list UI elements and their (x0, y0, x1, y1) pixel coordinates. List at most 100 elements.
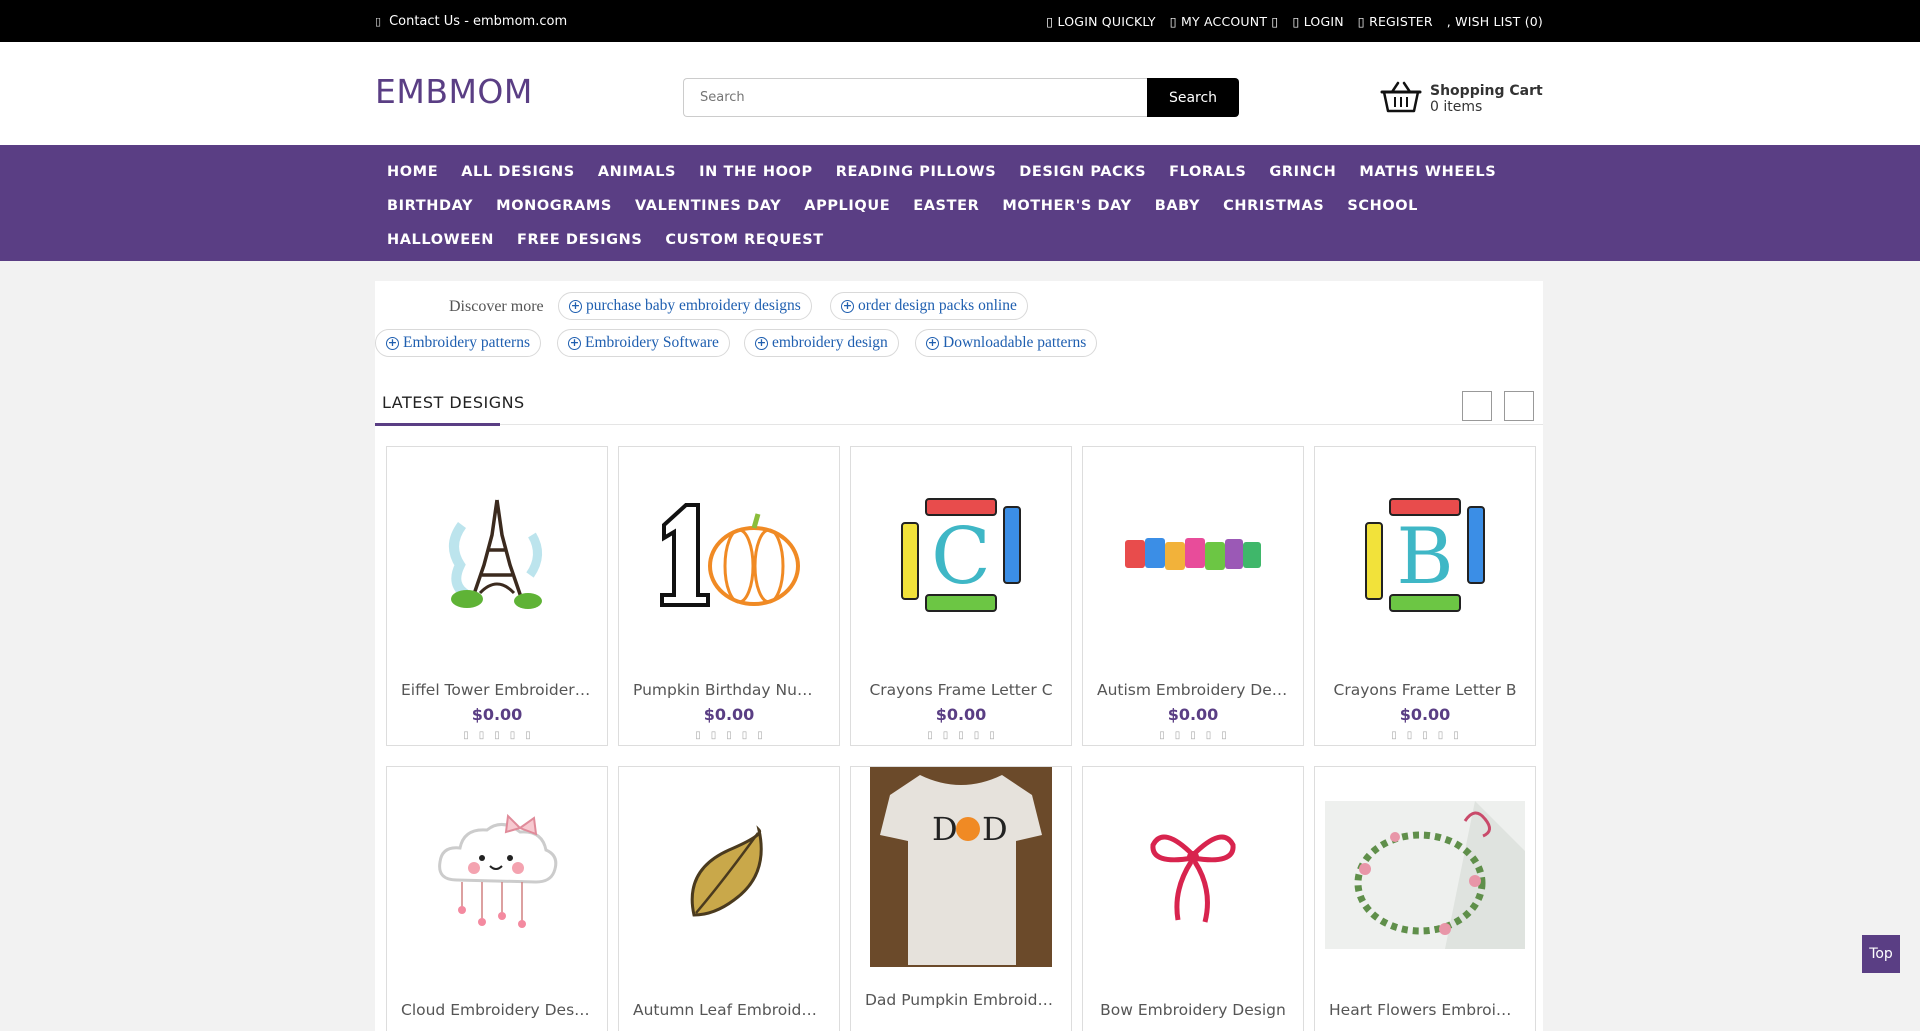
floral-wreath-icon (1325, 801, 1525, 953)
carousel-prev-button[interactable] (1462, 391, 1492, 421)
chip-embroidery-patterns[interactable]: + Embroidery patterns (375, 329, 541, 357)
plus-circle-icon: + (755, 335, 768, 350)
product-image[interactable] (397, 777, 597, 977)
cart-title: Shopping Cart (1430, 83, 1543, 99)
rating-stars-icon: ▯▯▯▯▯ (463, 730, 541, 741)
product-image[interactable]: D D (870, 767, 1052, 967)
product-title[interactable]: Crayons Frame Letter C (851, 681, 1071, 699)
cloud-icon (432, 810, 562, 944)
product-image[interactable] (1093, 777, 1293, 977)
svg-text:D: D (982, 810, 1008, 848)
cart-count: 0 items (1430, 99, 1483, 115)
chip-downloadable-patterns[interactable]: + Downloadable patterns (915, 329, 1098, 357)
product-card[interactable]: Heart Flowers Embroidery (1314, 766, 1536, 1031)
nav-grinch[interactable]: GRINCH (1269, 155, 1336, 189)
login-quickly-link[interactable]: ▯ LOGIN QUICKLY (1046, 14, 1155, 29)
carousel-next-button[interactable] (1504, 391, 1534, 421)
product-card[interactable]: Bow Embroidery Design (1082, 766, 1304, 1031)
product-price: $0.00 (935, 705, 987, 724)
nav-florals[interactable]: FLORALS (1169, 155, 1246, 189)
product-card[interactable]: Cloud Embroidery Design (386, 766, 608, 1031)
svg-text:B: B (1396, 512, 1453, 602)
product-title[interactable]: Pumpkin Birthday Number 1 (619, 681, 839, 699)
crayon-frame-c-icon: C (896, 495, 1026, 619)
svg-text:C: C (931, 512, 991, 602)
product-image[interactable]: C (861, 457, 1061, 657)
nav-easter[interactable]: EASTER (913, 189, 979, 223)
nav-baby[interactable]: BABY (1155, 189, 1200, 223)
product-card[interactable]: Pumpkin Birthday Number 1 $0.00 ▯▯▯▯▯ (618, 446, 840, 746)
nav-animals[interactable]: ANIMALS (598, 155, 676, 189)
product-price: $0.00 (703, 705, 755, 724)
nav-reading-pillows[interactable]: READING PILLOWS (836, 155, 997, 189)
nav-birthday[interactable]: BIRTHDAY (387, 189, 473, 223)
login-link[interactable]: ▯ LOGIN (1292, 14, 1343, 29)
product-card[interactable]: Eiffel Tower Embroidery Design $0.00 ▯▯▯… (386, 446, 608, 746)
site-logo[interactable]: EMBMOM (375, 72, 533, 111)
search-input[interactable] (683, 78, 1147, 117)
nav-valentines-day[interactable]: VALENTINES DAY (635, 189, 781, 223)
chip-embroidery-design[interactable]: + embroidery design (744, 329, 899, 357)
eiffel-tower-icon (442, 495, 552, 619)
plus-circle-icon: + (386, 335, 399, 350)
nav-monograms[interactable]: MONOGRAMS (496, 189, 612, 223)
nav-christmas[interactable]: CHRISTMAS (1223, 189, 1324, 223)
product-title[interactable]: Cloud Embroidery Design (387, 1001, 607, 1019)
nav-school[interactable]: SCHOOL (1347, 189, 1418, 223)
nav-in-the-hoop[interactable]: IN THE HOOP (699, 155, 813, 189)
product-image[interactable]: B (1325, 457, 1525, 657)
product-title[interactable]: Crayons Frame Letter B (1315, 681, 1535, 699)
product-price: $0.00 (471, 705, 523, 724)
product-title[interactable]: Autumn Leaf Embroidery (619, 1001, 839, 1019)
plus-circle-icon: + (926, 335, 939, 350)
contact-text: Contact Us - embmom.com (389, 13, 568, 29)
nav-custom-request[interactable]: CUSTOM REQUEST (665, 223, 823, 257)
rating-stars-icon: ▯▯▯▯▯ (1391, 730, 1469, 741)
product-card[interactable]: D D Dad Pumpkin Embroidery (850, 766, 1072, 1031)
shopping-cart[interactable]: Shopping Cart 0 items (1380, 80, 1543, 118)
nav-halloween[interactable]: HALLOWEEN (387, 223, 494, 257)
leaf-icon (684, 825, 774, 929)
nav-home[interactable]: HOME (387, 155, 438, 189)
puzzle-autism-icon (1123, 530, 1263, 584)
product-card[interactable]: C Crayons Frame Letter C $0.00 ▯▯▯▯▯ (850, 446, 1072, 746)
chip-baby-embroidery[interactable]: + purchase baby embroidery designs (558, 292, 812, 320)
product-title[interactable]: Eiffel Tower Embroidery Design (387, 681, 607, 699)
nav-maths-wheels[interactable]: MATHS WHEELS (1359, 155, 1496, 189)
product-card[interactable]: B Crayons Frame Letter B $0.00 ▯▯▯▯▯ (1314, 446, 1536, 746)
product-card[interactable]: Autism Embroidery Design $0.00 ▯▯▯▯▯ (1082, 446, 1304, 746)
main-content: Discover more + purchase baby embroidery … (375, 281, 1543, 1031)
pumpkin-number-icon (654, 500, 804, 614)
product-image[interactable] (1325, 777, 1525, 977)
product-price: $0.00 (1167, 705, 1219, 724)
nav-applique[interactable]: APPLIQUE (804, 189, 890, 223)
nav-mothers-day[interactable]: MOTHER'S DAY (1002, 189, 1131, 223)
rating-stars-icon: ▯▯▯▯▯ (695, 730, 773, 741)
my-account-link[interactable]: ▯ MY ACCOUNT ▯ (1170, 14, 1279, 29)
nav-design-packs[interactable]: DESIGN PACKS (1019, 155, 1146, 189)
nav-free-designs[interactable]: FREE DESIGNS (517, 223, 642, 257)
search-button[interactable]: Search (1147, 78, 1239, 117)
contact-us[interactable]: ▯ Contact Us - embmom.com (375, 14, 567, 29)
back-to-top-button[interactable]: Top (1862, 935, 1900, 973)
nav-all-designs[interactable]: ALL DESIGNS (461, 155, 575, 189)
rating-stars-icon: ▯▯▯▯▯ (1159, 730, 1237, 741)
chip-embroidery-software[interactable]: + Embroidery Software (557, 329, 730, 357)
account-links: ▯ LOGIN QUICKLY ▯ MY ACCOUNT ▯ ▯ LOGIN ▯… (1046, 14, 1543, 29)
product-image[interactable] (1093, 457, 1293, 657)
product-title[interactable]: Bow Embroidery Design (1083, 1001, 1303, 1019)
register-link[interactable]: ▯ REGISTER (1358, 14, 1433, 29)
rating-stars-icon: ▯▯▯▯▯ (927, 730, 1005, 741)
product-image[interactable] (629, 457, 829, 657)
product-title[interactable]: Autism Embroidery Design (1083, 681, 1303, 699)
product-title[interactable]: Heart Flowers Embroidery (1315, 1001, 1535, 1019)
wish-list-link[interactable]: , WISH LIST (0) (1447, 14, 1543, 29)
product-image[interactable] (397, 457, 597, 657)
product-title[interactable]: Dad Pumpkin Embroidery (851, 991, 1071, 1009)
site-header: EMBMOM Search Shopping Cart 0 items (0, 42, 1920, 145)
product-image[interactable] (629, 777, 829, 977)
svg-text:D: D (932, 810, 958, 848)
discover-more-label: Discover more (449, 298, 544, 315)
product-card[interactable]: Autumn Leaf Embroidery (618, 766, 840, 1031)
chip-design-packs[interactable]: + order design packs online (830, 292, 1028, 320)
